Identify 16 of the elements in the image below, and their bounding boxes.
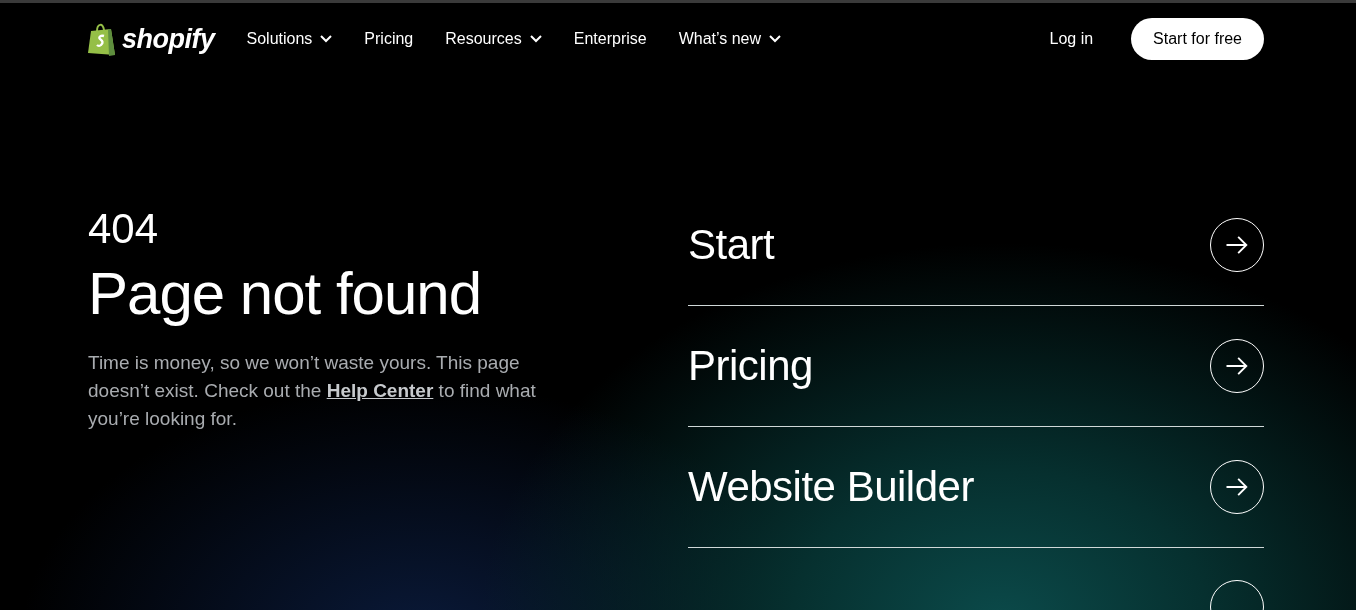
error-code: 404 bbox=[88, 205, 160, 253]
error-message: Time is money, so we won’t waste yours. This page doesn’t exist. Check out the Help Center to find what you’re looking for. bbox=[88, 351, 537, 431]
logo-wordmark[interactable]: shopify bbox=[122, 23, 215, 55]
nav-item[interactable]: Resources bbox=[445, 30, 542, 48]
shopping-bag-icon[interactable] bbox=[88, 22, 118, 56]
start-button[interactable]: Start for free bbox=[1131, 18, 1264, 60]
nav-item[interactable]: Enterprise bbox=[573, 30, 647, 48]
nav-item[interactable]: What’s new bbox=[678, 30, 782, 48]
link-label[interactable]: Website Builder bbox=[688, 463, 974, 511]
page-title: Page not found bbox=[88, 261, 483, 327]
nav-item[interactable]: Pricing bbox=[364, 30, 414, 48]
link-label[interactable]: Pricing bbox=[688, 342, 813, 390]
help-center-link[interactable]: Help Center bbox=[326, 380, 434, 401]
link-label[interactable]: Start bbox=[688, 221, 775, 269]
nav-item[interactable]: Solutions bbox=[246, 30, 333, 48]
login-link[interactable]: Log in bbox=[1043, 29, 1100, 49]
